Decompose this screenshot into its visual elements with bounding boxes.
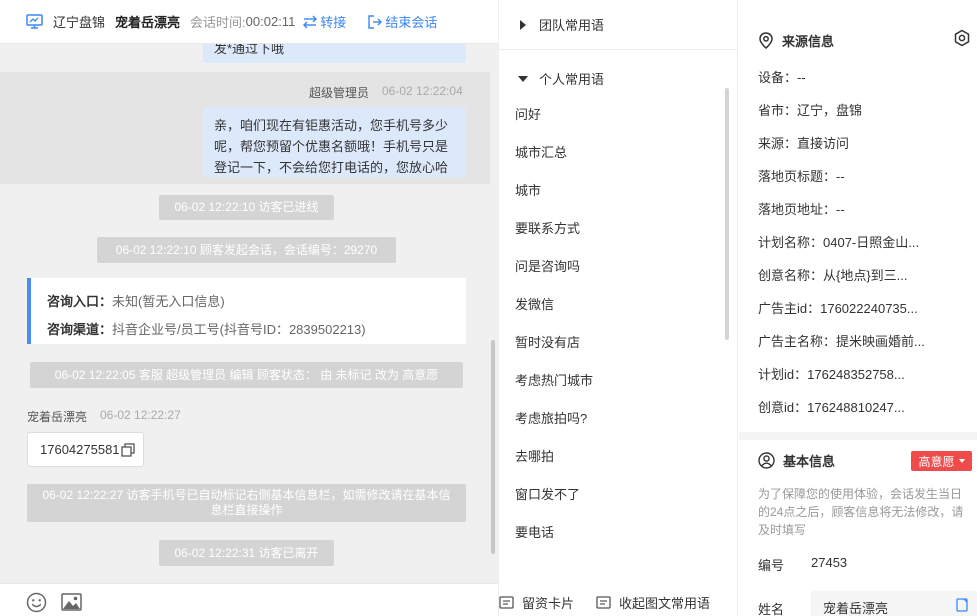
number-label: 编号 (758, 558, 785, 573)
source-info-row: 广告主名称：提米映画婚前... (758, 334, 925, 349)
agent-message-time: 06-02 12:22:04 (382, 84, 463, 98)
agent-name: 超级管理员 (309, 86, 370, 100)
collapse-phrases-label: 收起图文常用语 (619, 595, 711, 611)
consult-channel-row: 咨询渠道：抖音企业号/员工号(抖音号ID：2839502213) (47, 316, 466, 344)
system-message-visitor-leave: 06-02 12:22:31 访客已离开 (159, 540, 334, 566)
source-info-row: 落地页标题：-- (758, 169, 845, 184)
image-icon[interactable] (61, 592, 82, 612)
source-info-header: 来源信息 (758, 31, 834, 50)
copy-icon[interactable] (956, 598, 969, 612)
consult-entry-row: 咨询入口：未知(暂无入口信息) (47, 288, 466, 316)
phrase-item[interactable]: 城市汇总 (515, 138, 715, 176)
consult-info-card: 咨询入口：未知(暂无入口信息) 咨询渠道：抖音企业号/员工号(抖音号ID：283… (27, 278, 466, 344)
visitor-message-time: 06-02 12:22:27 (100, 408, 181, 422)
phrase-item[interactable]: 窗口发不了 (515, 480, 715, 518)
team-phrases-group[interactable]: 团队常用语 (517, 15, 604, 34)
visitor-phone-text: 17604275581 (40, 442, 120, 457)
chat-panel: 发*通过下哦 超级管理员 06-02 12:22:04 亲，咱们现在有钜惠活动，… (0, 0, 498, 616)
consult-channel-value: 抖音企业号/员工号(抖音号ID：2839502213) (112, 322, 366, 337)
card-icon (499, 595, 514, 609)
source-info-row: 创意id：176248810247... (758, 400, 905, 415)
lead-card-button[interactable]: 留资卡片 (499, 593, 574, 612)
system-message-auto-mark: 06-02 12:22:27 访客手机号已自动标记右侧基本信息栏，如需修改请在基… (27, 484, 466, 522)
customer-location: 辽宁盘锦 (53, 15, 106, 30)
session-time-label: 会话时间: (190, 15, 246, 30)
source-info-row: 落地页地址：-- (758, 202, 845, 217)
phrase-item[interactable]: 考虑旅拍吗? (515, 404, 715, 442)
system-message-status-change: 06-02 12:22:05 客服 超级管理员 编辑 顾客状态： 由 未标记 改… (30, 362, 463, 388)
source-info-list: 设备：-- 省市：辽宁，盘锦 来源：直接访问 落地页标题：-- 落地页地址：--… (758, 64, 958, 427)
monitor-icon (26, 14, 43, 29)
phrase-item[interactable]: 发微信 (515, 290, 715, 328)
emoji-icon[interactable] (26, 592, 47, 613)
phrases-scrollbar[interactable] (725, 88, 729, 340)
agent-message-bubble: 亲，咱们现在有钜惠活动，您手机号多少呢，帮您预留个优惠名额哦！手机号只是登记一下… (203, 107, 466, 177)
intent-level-label: 高意愿 (918, 454, 955, 469)
transfer-button[interactable]: 转接 (303, 12, 346, 31)
phrase-item[interactable]: 要电话 (515, 518, 715, 556)
name-field[interactable]: 宠着岳漂亮 (811, 591, 977, 616)
customer-info-panel: 来源信息 设备：-- 省市：辽宁，盘锦 来源：直接访问 落地页标题：-- 落地页… (739, 0, 977, 616)
consult-channel-label: 咨询渠道： (47, 322, 113, 337)
phrase-item[interactable]: 考虑热门城市 (515, 366, 715, 404)
phrase-item[interactable]: 城市 (515, 176, 715, 214)
collapse-icon (596, 595, 611, 609)
source-info-row: 设备：-- (758, 70, 806, 85)
phrase-item[interactable]: 问好 (515, 100, 715, 138)
phrase-item[interactable]: 去哪拍 (515, 442, 715, 480)
consult-entry-label: 咨询入口： (47, 294, 113, 309)
phrase-item[interactable]: 问是咨询吗 (515, 252, 715, 290)
system-message-visitor-enter: 06-02 12:22:10 访客已进线 (159, 195, 334, 220)
exit-icon (368, 14, 383, 29)
personal-phrases-label: 个人常用语 (539, 72, 605, 87)
settings-icon[interactable] (953, 29, 971, 47)
phrase-item[interactable]: 暂时没有店 (515, 328, 715, 366)
lead-card-label: 留资卡片 (522, 595, 575, 611)
user-circle-icon (758, 452, 775, 469)
basic-info-note: 为了保障您的使用体验，会话发生当日的24点之后，顾客信息将无法修改，请及时填写 (758, 487, 964, 537)
basic-info-header: 基本信息 (758, 451, 835, 470)
end-session-button[interactable]: 结束会话 (368, 12, 437, 31)
chat-input-toolbar (0, 583, 498, 616)
phrases-footer: 留资卡片 收起图文常用语 (499, 588, 737, 616)
source-info-row: 来源：直接访问 (758, 136, 850, 151)
caret-right-icon (520, 19, 526, 30)
name-label: 姓名 (758, 602, 785, 616)
copy-icon[interactable] (120, 443, 135, 457)
caret-down-icon (518, 75, 528, 82)
phrase-item[interactable]: 要联系方式 (515, 214, 715, 252)
source-info-row: 省市：辽宁，盘锦 (758, 103, 863, 118)
source-info-row: 广告主id：176022240735... (758, 301, 918, 316)
team-phrases-label: 团队常用语 (539, 18, 605, 33)
chat-header: 辽宁盘锦 宠着岳漂亮 会话时间: 00:02:11 转接 结束会话 (0, 0, 498, 44)
section-divider (739, 432, 977, 440)
source-info-row: 计划名称：0407-日照金山... (758, 235, 920, 250)
source-info-row: 计划id：176248352758... (758, 367, 905, 382)
source-info-title: 来源信息 (782, 34, 835, 49)
transfer-label: 转接 (320, 15, 347, 30)
basic-info-title: 基本信息 (783, 454, 836, 469)
number-value: 27453 (811, 555, 848, 570)
phrases-panel: 团队常用语 个人常用语 问好 城市汇总 城市 要联系方式 问是咨询吗 发微信 暂… (498, 0, 738, 616)
customer-name: 宠着岳漂亮 (115, 15, 181, 30)
transfer-icon (303, 15, 318, 28)
chat-scrollbar[interactable] (491, 340, 495, 554)
consult-entry-value: 未知(暂无入口信息) (112, 294, 225, 309)
divider (499, 49, 737, 50)
personal-phrases-group[interactable]: 个人常用语 (517, 69, 604, 88)
location-pin-icon (759, 32, 773, 49)
collapse-phrases-button[interactable]: 收起图文常用语 (596, 593, 710, 612)
visitor-name: 宠着岳漂亮 (27, 410, 88, 424)
system-message-session-start: 06-02 12:22:10 顾客发起会话，会话编号：29270 (97, 237, 396, 263)
dropdown-arrow-icon (958, 459, 965, 463)
visitor-phone-message: 17604275581 (27, 432, 144, 467)
source-info-row: 创意名称：从{地点}到三... (758, 268, 908, 283)
intent-level-dropdown[interactable]: 高意愿 (911, 451, 972, 471)
session-time: 00:02:11 (245, 14, 296, 29)
end-session-label: 结束会话 (385, 15, 438, 30)
phrase-list: 问好 城市汇总 城市 要联系方式 问是咨询吗 发微信 暂时没有店 考虑热门城市 … (515, 100, 715, 556)
